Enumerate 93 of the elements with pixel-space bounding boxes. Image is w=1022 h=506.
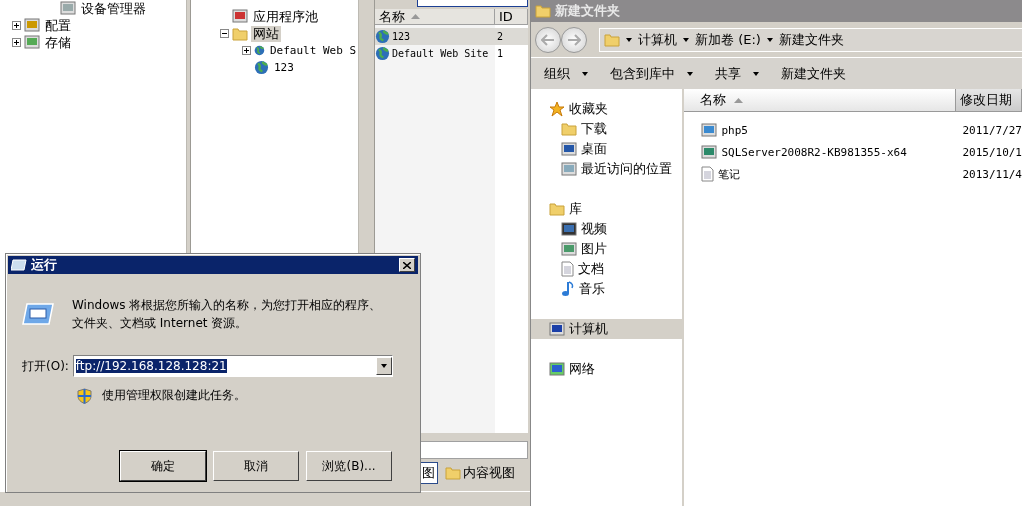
tree-item[interactable]: 配置 [43, 17, 73, 34]
expand-icon[interactable] [12, 38, 21, 47]
expand-icon[interactable] [12, 21, 21, 30]
table-cell: 1 [497, 48, 504, 59]
caret-icon [753, 71, 759, 76]
file-date: 2011/7/27 [961, 123, 1022, 137]
caret-icon [687, 71, 693, 76]
tree-item[interactable]: 设备管理器 [79, 0, 148, 17]
document-icon [561, 261, 574, 277]
toolbar-button[interactable]: 包含到库中 [610, 64, 693, 83]
nav-item[interactable]: 文档 [531, 259, 682, 279]
nav-item[interactable]: 下载 [531, 119, 682, 139]
dialog-button[interactable]: 确定 [120, 451, 206, 481]
window-icon [701, 144, 718, 160]
file-row[interactable]: php5 2011/7/27 [684, 119, 1022, 141]
tree-item[interactable]: Default Web S [267, 42, 358, 59]
run-icon [22, 302, 54, 326]
nav-item[interactable]: 最近访问的位置 [531, 159, 682, 179]
dialog-button[interactable]: 浏览(B)... [306, 451, 392, 481]
close-icon [403, 261, 411, 269]
run-icon [11, 259, 27, 271]
tree-item[interactable]: 123 [272, 59, 296, 76]
breadcrumb-item[interactable]: 新加卷 (E:) [695, 30, 761, 49]
sort-ascending-icon [411, 14, 420, 19]
sort-ascending-icon [734, 97, 744, 103]
file-name: SQLServer2008R2-KB981355-x64 [721, 145, 907, 159]
nav-item[interactable]: 计算机 [531, 319, 682, 339]
download-folder-icon [561, 122, 577, 136]
file-name: 笔记 [718, 166, 741, 182]
collapse-icon[interactable] [220, 29, 229, 38]
globe-icon [375, 46, 390, 61]
address-bar[interactable]: 计算机 新加卷 (E:) 新建文件夹 [599, 27, 1022, 52]
globe-icon [254, 43, 265, 58]
tree-item[interactable]: 应用程序池 [251, 8, 320, 25]
caret-icon [582, 71, 588, 76]
globe-icon [375, 29, 390, 44]
caret-icon[interactable] [766, 37, 773, 42]
dialog-title: 运行 [31, 256, 58, 274]
sites-folder-icon [232, 26, 248, 41]
file-row[interactable]: 笔记 2013/11/4 [684, 163, 1022, 185]
nav-item[interactable]: 图片 [531, 239, 682, 259]
view-tab[interactable]: 内容视图 [442, 462, 518, 485]
open-combobox[interactable]: ftp://192.168.128.128:21 [72, 355, 393, 377]
music-note-icon [561, 281, 575, 297]
site-row[interactable]: 123 2 [375, 28, 528, 45]
desktop-icon [561, 141, 577, 157]
tree-item[interactable]: 存储 [43, 34, 73, 51]
field-label: 打开(O): [22, 357, 69, 375]
nav-item[interactable]: 收藏夹 [531, 99, 682, 119]
column-header[interactable]: 名称 [684, 89, 957, 111]
nav-item[interactable]: 视频 [531, 219, 682, 239]
file-name: php5 [721, 123, 748, 137]
nav-item[interactable]: 库 [531, 199, 682, 219]
tree-item[interactable]: 网站 [251, 25, 281, 42]
column-header[interactable]: 名称 [375, 9, 495, 25]
site-row[interactable]: Default Web Site 1 [375, 45, 528, 62]
toolbar-button[interactable]: 新建文件夹 [781, 64, 846, 83]
folder-icon [604, 32, 620, 47]
right-arrow-icon [567, 33, 581, 46]
description-text: Windows 将根据您所输入的名称，为您打开相应的程序、 文件夹、文档或 Internet 资源。 [72, 297, 382, 332]
table-cell: Default Web Site [392, 48, 489, 59]
toolbar-button[interactable]: 共享 [715, 64, 759, 83]
nav-item[interactable]: 桌面 [531, 139, 682, 159]
window-title: 新建文件夹 [555, 2, 620, 20]
close-button[interactable] [399, 258, 415, 272]
star-icon [549, 101, 565, 117]
file-row[interactable]: SQLServer2008R2-KB981355-x64 2015/10/1 [684, 141, 1022, 163]
left-arrow-icon [541, 33, 555, 46]
toolbar-button[interactable]: 组织 [544, 64, 588, 83]
dropdown-button[interactable] [375, 357, 392, 375]
file-date: 2015/10/1 [961, 145, 1022, 159]
filter-field[interactable] [417, 0, 528, 7]
breadcrumb-item[interactable]: 新建文件夹 [778, 30, 844, 49]
column-header[interactable]: ID [495, 9, 528, 25]
admin-note: 使用管理权限创建此任务。 [102, 387, 246, 404]
table-cell: 2 [497, 31, 504, 42]
caret-icon[interactable] [626, 37, 632, 42]
library-folder-icon [549, 202, 565, 216]
dialog-button[interactable]: 取消 [213, 451, 299, 481]
nav-item[interactable]: 音乐 [531, 279, 682, 299]
computer-icon [549, 321, 565, 337]
shield-icon [77, 387, 92, 404]
folder-icon [535, 4, 551, 18]
column-header[interactable]: 修改日期 [956, 89, 1022, 111]
nav-item[interactable]: 网络 [531, 359, 682, 379]
file-date: 2013/11/4 [961, 167, 1022, 181]
table-cell: 123 [392, 31, 411, 42]
globe-icon [254, 60, 269, 75]
text-file-icon [701, 166, 715, 182]
content-view-icon [445, 466, 461, 481]
expand-icon[interactable] [242, 46, 251, 55]
caret-icon[interactable] [683, 37, 689, 42]
breadcrumb-item[interactable]: 计算机 [638, 30, 677, 49]
